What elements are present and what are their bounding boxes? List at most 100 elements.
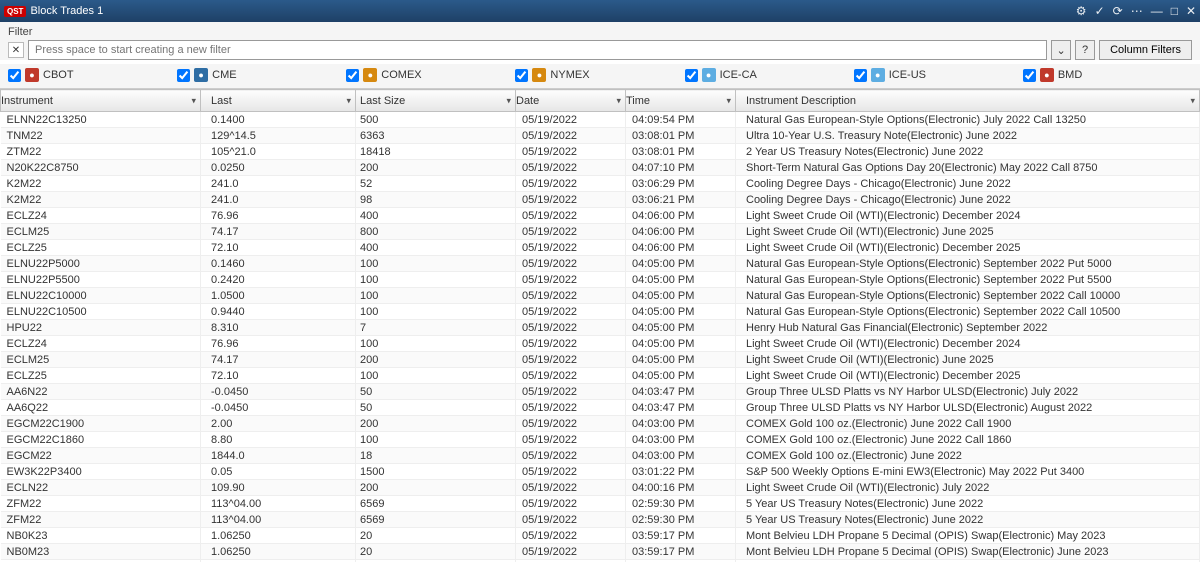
table-row[interactable]: ECLZ24 76.96 400 05/19/2022 04:06:00 PM … <box>1 208 1200 224</box>
cell-last-size: 100 <box>356 256 516 272</box>
column-filters-button[interactable]: Column Filters <box>1099 40 1192 60</box>
table-row[interactable]: NB0J23 1.06250 20 05/19/2022 03:59:17 PM… <box>1 560 1200 563</box>
cell-instrument: EW3K22P3400 <box>1 464 201 480</box>
table-row[interactable]: K2M22 241.0 98 05/19/2022 03:06:21 PM Co… <box>1 192 1200 208</box>
maximize-icon[interactable]: □ <box>1171 4 1178 18</box>
cell-instrument: ELNU22P5500 <box>1 272 201 288</box>
cell-date: 05/19/2022 <box>516 480 626 496</box>
close-icon[interactable]: ✕ <box>1186 4 1196 18</box>
cell-date: 05/19/2022 <box>516 368 626 384</box>
table-row[interactable]: EGCM22C1900 2.00 200 05/19/2022 04:03:00… <box>1 416 1200 432</box>
cell-last-size: 20 <box>356 560 516 563</box>
table-row[interactable]: ECLM25 74.17 200 05/19/2022 04:05:00 PM … <box>1 352 1200 368</box>
cell-instrument: AA6Q22 <box>1 400 201 416</box>
table-row[interactable]: EW3K22P3400 0.05 1500 05/19/2022 03:01:2… <box>1 464 1200 480</box>
exchange-item-ice-ca[interactable]: ● ICE-CA <box>685 68 854 82</box>
exchange-checkbox[interactable] <box>854 69 867 82</box>
filter-help-button[interactable]: ? <box>1075 40 1095 60</box>
cell-last-size: 50 <box>356 400 516 416</box>
exchange-item-cme[interactable]: ● CME <box>177 68 346 82</box>
cell-last: 0.1400 <box>201 112 356 128</box>
table-row[interactable]: ELNU22P5000 0.1460 100 05/19/2022 04:05:… <box>1 256 1200 272</box>
cell-instrument: ZFM22 <box>1 496 201 512</box>
cell-date: 05/19/2022 <box>516 400 626 416</box>
table-header-row: Instrument▾Last▾Last Size▾Date▾Time▾Inst… <box>1 90 1200 112</box>
table-row[interactable]: ECLZ25 72.10 400 05/19/2022 04:06:00 PM … <box>1 240 1200 256</box>
exchange-checkbox[interactable] <box>8 69 21 82</box>
cell-date: 05/19/2022 <box>516 208 626 224</box>
table-row[interactable]: N20K22C8750 0.0250 200 05/19/2022 04:07:… <box>1 160 1200 176</box>
table-row[interactable]: EGCM22 1844.0 18 05/19/2022 04:03:00 PM … <box>1 448 1200 464</box>
exchange-checkbox[interactable] <box>177 69 190 82</box>
cell-last: 0.2420 <box>201 272 356 288</box>
exchange-checkbox[interactable] <box>515 69 528 82</box>
exchange-item-nymex[interactable]: ● NYMEX <box>515 68 684 82</box>
table-row[interactable]: AA6N22 -0.0450 50 05/19/2022 04:03:47 PM… <box>1 384 1200 400</box>
table-row[interactable]: ZFM22 113^04.00 6569 05/19/2022 02:59:30… <box>1 496 1200 512</box>
table-row[interactable]: ELNU22C10500 0.9440 100 05/19/2022 04:05… <box>1 304 1200 320</box>
table-row[interactable]: ECLZ24 76.96 100 05/19/2022 04:05:00 PM … <box>1 336 1200 352</box>
column-header-time[interactable]: Time▾ <box>626 90 736 112</box>
minimize-icon[interactable]: — <box>1151 4 1163 18</box>
column-header-instrument-description[interactable]: Instrument Description▾ <box>736 90 1200 112</box>
filter-clear-button[interactable]: ✕ <box>8 42 24 58</box>
table-row[interactable]: HPU22 8.310 7 05/19/2022 04:05:00 PM Hen… <box>1 320 1200 336</box>
column-header-date[interactable]: Date▾ <box>516 90 626 112</box>
exchange-item-ice-us[interactable]: ● ICE-US <box>854 68 1023 82</box>
table-row[interactable]: ELNU22P5500 0.2420 100 05/19/2022 04:05:… <box>1 272 1200 288</box>
exchange-checkbox[interactable] <box>685 69 698 82</box>
exchange-item-comex[interactable]: ● COMEX <box>346 68 515 82</box>
chevron-down-icon[interactable]: ▾ <box>1190 95 1195 106</box>
chevron-down-icon[interactable]: ▾ <box>191 95 196 106</box>
table-row[interactable]: AA6Q22 -0.0450 50 05/19/2022 04:03:47 PM… <box>1 400 1200 416</box>
exchange-item-bmd[interactable]: ● BMD <box>1023 68 1192 82</box>
filter-dropdown-button[interactable]: ⌄ <box>1051 40 1071 60</box>
column-header-last-size[interactable]: Last Size▾ <box>356 90 516 112</box>
table-wrap[interactable]: Instrument▾Last▾Last Size▾Date▾Time▾Inst… <box>0 89 1200 562</box>
cell-last-size: 400 <box>356 208 516 224</box>
table-row[interactable]: ZFM22 113^04.00 6569 05/19/2022 02:59:30… <box>1 512 1200 528</box>
table-row[interactable]: ECLN22 109.90 200 05/19/2022 04:00:16 PM… <box>1 480 1200 496</box>
chevron-down-icon[interactable]: ▾ <box>346 95 351 106</box>
chevron-down-icon[interactable]: ▾ <box>616 95 621 106</box>
cell-instrument: ZTM22 <box>1 144 201 160</box>
cell-date: 05/19/2022 <box>516 288 626 304</box>
exchange-label: ICE-CA <box>720 69 757 81</box>
table-row[interactable]: ECLM25 74.17 800 05/19/2022 04:06:00 PM … <box>1 224 1200 240</box>
table-row[interactable]: NB0K23 1.06250 20 05/19/2022 03:59:17 PM… <box>1 528 1200 544</box>
refresh-icon[interactable]: ⟳ <box>1113 4 1123 18</box>
column-header-instrument[interactable]: Instrument▾ <box>1 90 201 112</box>
table-row[interactable]: TNM22 129^14.5 6363 05/19/2022 03:08:01 … <box>1 128 1200 144</box>
cell-last-size: 200 <box>356 416 516 432</box>
exchange-checkbox[interactable] <box>1023 69 1036 82</box>
cell-last-size: 6569 <box>356 512 516 528</box>
exchange-item-cbot[interactable]: ● CBOT <box>8 68 177 82</box>
cell-last-size: 100 <box>356 288 516 304</box>
cell-time: 03:59:17 PM <box>626 544 736 560</box>
cell-instrument: ZFM22 <box>1 512 201 528</box>
cell-last: -0.0450 <box>201 400 356 416</box>
table-row[interactable]: NB0M23 1.06250 20 05/19/2022 03:59:17 PM… <box>1 544 1200 560</box>
table-row[interactable]: EGCM22C1860 8.80 100 05/19/2022 04:03:00… <box>1 432 1200 448</box>
cell-last-size: 800 <box>356 224 516 240</box>
link-icon[interactable]: ✓ <box>1095 4 1105 18</box>
cell-date: 05/19/2022 <box>516 416 626 432</box>
exchange-checkbox[interactable] <box>346 69 359 82</box>
table-row[interactable]: K2M22 241.0 52 05/19/2022 03:06:29 PM Co… <box>1 176 1200 192</box>
cell-date: 05/19/2022 <box>516 560 626 563</box>
filter-input[interactable] <box>28 40 1047 60</box>
table-row[interactable]: ELNN22C13250 0.1400 500 05/19/2022 04:09… <box>1 112 1200 128</box>
cell-time: 03:08:01 PM <box>626 144 736 160</box>
table-row[interactable]: ZTM22 105^21.0 18418 05/19/2022 03:08:01… <box>1 144 1200 160</box>
chevron-down-icon[interactable]: ▾ <box>506 95 511 106</box>
cell-last-size: 100 <box>356 368 516 384</box>
gear-icon[interactable]: ⚙ <box>1076 4 1087 18</box>
chevron-down-icon[interactable]: ▾ <box>726 95 731 106</box>
table-row[interactable]: ECLZ25 72.10 100 05/19/2022 04:05:00 PM … <box>1 368 1200 384</box>
cell-last: 113^04.00 <box>201 512 356 528</box>
cell-description: 5 Year US Treasury Notes(Electronic) Jun… <box>736 512 1200 528</box>
title-bar: QST Block Trades 1 ⚙ ✓ ⟳ ⋯ — □ ✕ <box>0 0 1200 22</box>
dots-icon[interactable]: ⋯ <box>1131 4 1143 18</box>
table-row[interactable]: ELNU22C10000 1.0500 100 05/19/2022 04:05… <box>1 288 1200 304</box>
column-header-last[interactable]: Last▾ <box>201 90 356 112</box>
